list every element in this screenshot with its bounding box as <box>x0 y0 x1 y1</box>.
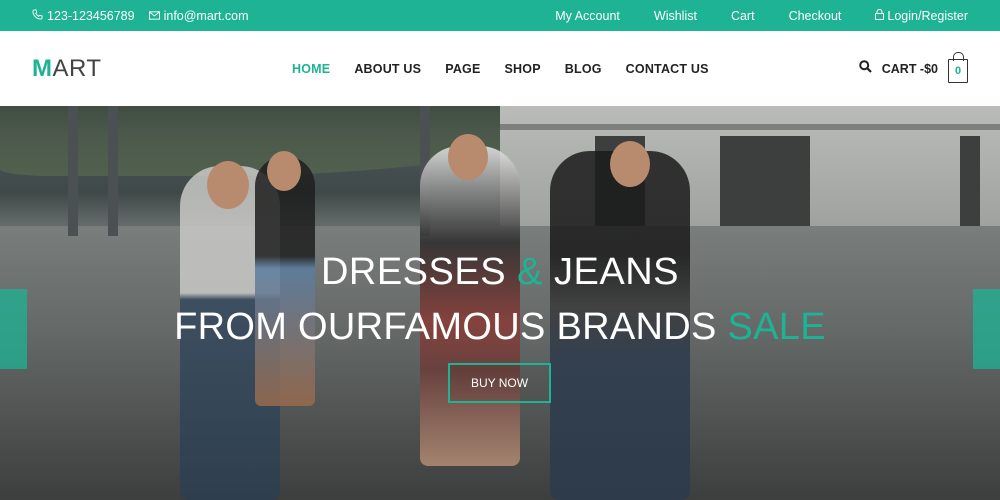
nav-about-us[interactable]: ABOUT US <box>354 62 421 76</box>
email-address: info@mart.com <box>163 8 249 23</box>
nav-blog[interactable]: BLOG <box>565 62 602 76</box>
buy-now-button[interactable]: BUY NOW <box>448 363 551 403</box>
hero-headline-line1: DRESSES & JEANS <box>320 251 680 293</box>
nav-shop[interactable]: SHOP <box>505 62 541 76</box>
search-icon[interactable] <box>858 59 872 78</box>
hero-banner: DRESSES & JEANS FROM OURFAMOUS BRANDS SA… <box>0 106 1000 500</box>
cart-link[interactable]: Cart <box>731 9 755 23</box>
nav-home[interactable]: HOME <box>292 62 330 76</box>
wishlist-link[interactable]: Wishlist <box>654 9 697 23</box>
cart-total[interactable]: CART -$0 <box>882 62 938 76</box>
email[interactable]: info@mart.com <box>148 8 249 23</box>
shopping-bag-icon[interactable]: 0 <box>948 51 968 83</box>
cart-count: 0 <box>954 64 962 77</box>
phone: 123-123456789 <box>32 9 135 23</box>
nav-page[interactable]: PAGE <box>445 62 480 76</box>
hero-headline-line2: FROM OURFAMOUS BRANDS SALE <box>174 306 826 348</box>
account-links: My Account Wishlist Cart Checkout Login/… <box>521 0 968 31</box>
my-account-link[interactable]: My Account <box>555 9 620 23</box>
site-header: MART HOME ABOUT US PAGE SHOP BLOG CONTAC… <box>0 31 1000 106</box>
checkout-link[interactable]: Checkout <box>789 9 842 23</box>
nav-contact-us[interactable]: CONTACT US <box>626 62 709 76</box>
contact-info: 123-123456789 info@mart.com <box>32 0 249 31</box>
envelope-icon <box>148 9 160 23</box>
header-actions: CART -$0 0 <box>858 31 968 106</box>
login-register-label: Login/Register <box>887 8 968 23</box>
main-nav: HOME ABOUT US PAGE SHOP BLOG CONTACT US <box>292 31 733 106</box>
phone-icon <box>32 8 43 23</box>
lock-icon <box>875 8 885 23</box>
login-register-link[interactable]: Login/Register <box>875 9 968 23</box>
top-bar: 123-123456789 info@mart.com My Account W… <box>0 0 1000 31</box>
logo[interactable]: MART <box>32 55 102 83</box>
phone-number: 123-123456789 <box>47 8 135 23</box>
